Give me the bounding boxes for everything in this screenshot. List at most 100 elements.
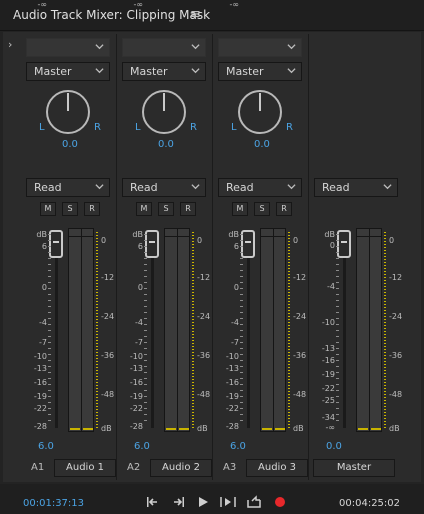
input-selector[interactable] [26,38,110,57]
meter-tick [192,403,194,404]
fader-tick [240,384,243,385]
meter-tick [384,418,386,419]
record-icon[interactable] [273,494,287,508]
pan-value[interactable]: 0.0 [62,139,78,150]
play-in-to-out-icon[interactable] [219,494,236,508]
record-enable-button[interactable]: R [276,202,292,216]
meter-tick [384,247,386,248]
meter-tick [192,259,194,260]
meter-tick [384,376,386,377]
play-icon[interactable] [196,494,210,508]
input-selector[interactable] [218,38,302,57]
meter-tick [96,421,98,422]
level-meter [260,228,286,432]
automation-mode-dropdown[interactable]: Read [218,178,302,197]
fader-tick [336,360,339,361]
fader-tick [240,372,243,373]
fader-tick [144,264,147,265]
meter-tick [192,361,194,362]
fader-tick [336,420,339,421]
gain-value[interactable]: 6.0 [38,441,54,452]
fader-tick [336,384,339,385]
chevron-right-icon[interactable]: › [8,38,12,51]
meter-tick [192,283,194,284]
volume-fader-track[interactable] [247,230,250,428]
pan-value[interactable]: 0.0 [254,139,270,150]
meter-tick [288,319,290,320]
meter-tick [384,391,386,392]
pan-knob[interactable] [142,90,186,134]
go-to-out-icon[interactable] [171,494,185,508]
fader-tick [336,288,339,289]
meter-tick [384,295,386,296]
track-name-button[interactable]: Master [313,459,395,477]
volume-fader-track[interactable] [55,230,58,428]
gain-value[interactable]: 0.0 [326,441,342,452]
fader-tick [144,246,147,247]
meter-tick [288,355,290,356]
meter-tick [96,292,98,293]
mute-button[interactable]: M [136,202,152,216]
track-name-button[interactable]: Audio 2 [150,459,212,477]
volume-fader-track[interactable] [343,230,346,428]
meter-tick [384,370,386,371]
meter-tick [192,277,194,278]
solo-button[interactable]: S [62,202,78,216]
fader-tick [240,312,243,313]
fader-scale-label: dB [36,230,47,239]
meter-tick [96,307,98,308]
meter-tick [192,373,194,374]
fader-tick [144,414,147,415]
track-name-button[interactable]: Audio 1 [54,459,116,477]
solo-button[interactable]: S [254,202,270,216]
output-dropdown[interactable]: Master [26,62,110,81]
meter-tick [384,307,386,308]
meter-tick [96,265,98,266]
pan-knob[interactable] [238,90,282,134]
meter-tick [96,349,98,350]
loop-icon[interactable] [246,494,261,508]
output-dropdown[interactable]: Master [218,62,302,81]
record-enable-button[interactable]: R [84,202,100,216]
output-dropdown[interactable]: Master [122,62,206,81]
fader-tick [336,396,339,397]
track-name-button[interactable]: Audio 3 [246,459,308,477]
pan-knob[interactable] [46,90,90,134]
solo-button[interactable]: S [158,202,174,216]
hamburger-icon[interactable]: ≡ [190,7,201,22]
volume-fader-track[interactable] [151,230,154,428]
fader-tick [336,408,339,409]
meter-tick [96,271,98,272]
meter-tick [288,292,290,293]
meter-tick [192,250,194,251]
meter-tick [96,418,98,419]
volume-fader-handle[interactable] [337,230,351,258]
meter-tick [288,328,290,329]
gain-value[interactable]: 6.0 [134,441,150,452]
automation-mode-dropdown[interactable]: Read [122,178,206,197]
pan-value[interactable]: 0.0 [158,139,174,150]
volume-fader-handle[interactable] [49,230,63,258]
record-enable-button[interactable]: R [180,202,196,216]
meter-tick [288,373,290,374]
meter-tick [192,304,194,305]
mute-button[interactable]: M [232,202,248,216]
go-to-in-icon[interactable] [146,494,160,508]
input-selector[interactable] [122,38,206,57]
fader-tick [144,378,147,379]
meter-tick [288,238,290,239]
volume-fader-handle[interactable] [145,230,159,258]
fader-tick [240,300,243,301]
fader-tick [336,318,339,319]
automation-mode-dropdown[interactable]: Read [314,178,398,197]
meter-tick [288,418,290,419]
current-time[interactable]: 00:01:37:13 [23,498,84,509]
meter-tick [288,316,290,317]
meter-tick [96,364,98,365]
volume-fader-handle[interactable] [241,230,255,258]
automation-mode-dropdown[interactable]: Read [26,178,110,197]
gain-value[interactable]: 6.0 [230,441,246,452]
fader-scale-label: -13 [33,364,47,373]
meter-tick [288,295,290,296]
mute-button[interactable]: M [40,202,56,216]
